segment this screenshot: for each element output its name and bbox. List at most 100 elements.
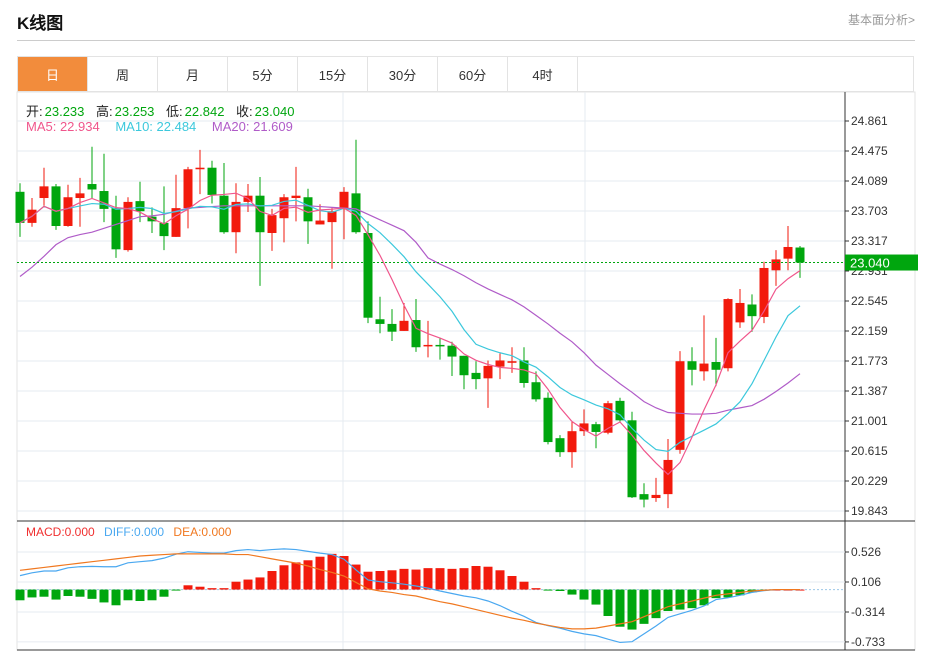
candle [63,184,73,227]
candle-body [543,397,553,443]
candle [483,360,493,408]
close-label: 收: [236,104,253,119]
candle-body [99,191,109,209]
ma10-legend: MA10: 22.484 [115,119,197,134]
ohlc-legend: 开: 23.233 高: 23.253 低: 22.842 收: 23.040 [26,101,296,120]
candle [99,153,109,223]
macd-bar [603,589,613,616]
price-tick-label: 20.615 [851,444,888,458]
macd-bar [555,589,565,591]
candle [459,355,469,390]
candle-body [471,372,481,380]
low-label: 低: [166,104,183,119]
candle [219,163,229,234]
candle-body [15,191,25,223]
candle-body [399,320,409,331]
macd-bar [471,566,481,590]
macd-bar [171,589,181,591]
candle [123,197,133,252]
macd-bar [27,589,37,598]
price-tick-label: 20.229 [851,474,888,488]
macd-bar [687,589,697,609]
candle [375,296,385,334]
close-value: 23.040 [254,104,295,119]
candle-body [51,186,61,226]
last-price-label: 23.040 [850,256,890,271]
candle [171,174,181,237]
ma-legend: MA5: 22.934 MA10: 22.484 MA20: 21.609 [26,119,295,134]
macd-bar [375,571,385,590]
macd-bar [519,581,529,590]
candle-body [339,191,349,209]
price-tick-label: 24.089 [851,174,888,188]
candle [27,198,37,227]
candle-body [615,400,625,421]
candle [675,351,685,454]
candle [555,435,565,457]
candle-body [675,361,685,450]
candle-body [411,320,421,348]
candle [711,337,721,387]
candle-body [783,246,793,259]
candle [111,195,121,258]
candle [387,309,397,342]
price-tick-label: 23.317 [851,234,888,248]
macd-bar [675,589,685,610]
candle [471,361,481,390]
macd-bar [15,589,25,601]
macd-bar [459,568,469,590]
macd-bar [255,577,265,590]
macd-bar [399,568,409,590]
candle-body [447,345,457,357]
macd-bar [135,589,145,601]
candle-body [39,186,49,199]
macd-bar [423,568,433,590]
candle-body [315,220,325,225]
high-label: 高: [96,104,113,119]
candle-body [75,193,85,199]
price-tick-label: 22.545 [851,294,888,308]
kline-chart[interactable]: 24.86124.47524.08923.70323.31722.93122.5… [0,0,925,652]
candle-body [135,201,145,212]
candle-body [231,201,241,233]
candle [339,187,349,240]
macd-tick-label: -0.733 [851,635,885,649]
macd-bar [39,589,49,597]
candle-body [183,169,193,209]
candle [783,226,793,271]
macd-bar [651,589,661,619]
macd-bar [123,589,133,601]
macd-bar [219,588,229,590]
candle [543,392,553,445]
candle-body [207,167,217,195]
candle-body [723,299,733,369]
low-value: 22.842 [184,104,225,119]
macd-bar [183,585,193,590]
macd-bar [159,589,169,597]
candle [735,288,745,328]
price-tick-label: 24.475 [851,144,888,158]
candle-body [423,344,433,347]
macd-bar [51,589,61,600]
candle [195,149,205,195]
candle [771,250,781,286]
macd-bar [591,589,601,605]
macd-bar [579,589,589,600]
macd-bar [543,589,553,591]
macd-bar [711,589,721,599]
candle-body [759,267,769,317]
candle-body [363,232,373,318]
macd-bar [243,579,253,590]
candle-body [771,259,781,271]
candle-body [591,424,601,432]
candle [423,320,433,358]
price-tick-label: 21.387 [851,384,888,398]
candle [759,261,769,324]
macd-bar [435,568,445,590]
candle-body [495,360,505,367]
price-tick-label: 22.159 [851,324,888,338]
candle [363,221,373,324]
candle-body [351,193,361,233]
candle [639,483,649,508]
candle-body [435,344,445,347]
